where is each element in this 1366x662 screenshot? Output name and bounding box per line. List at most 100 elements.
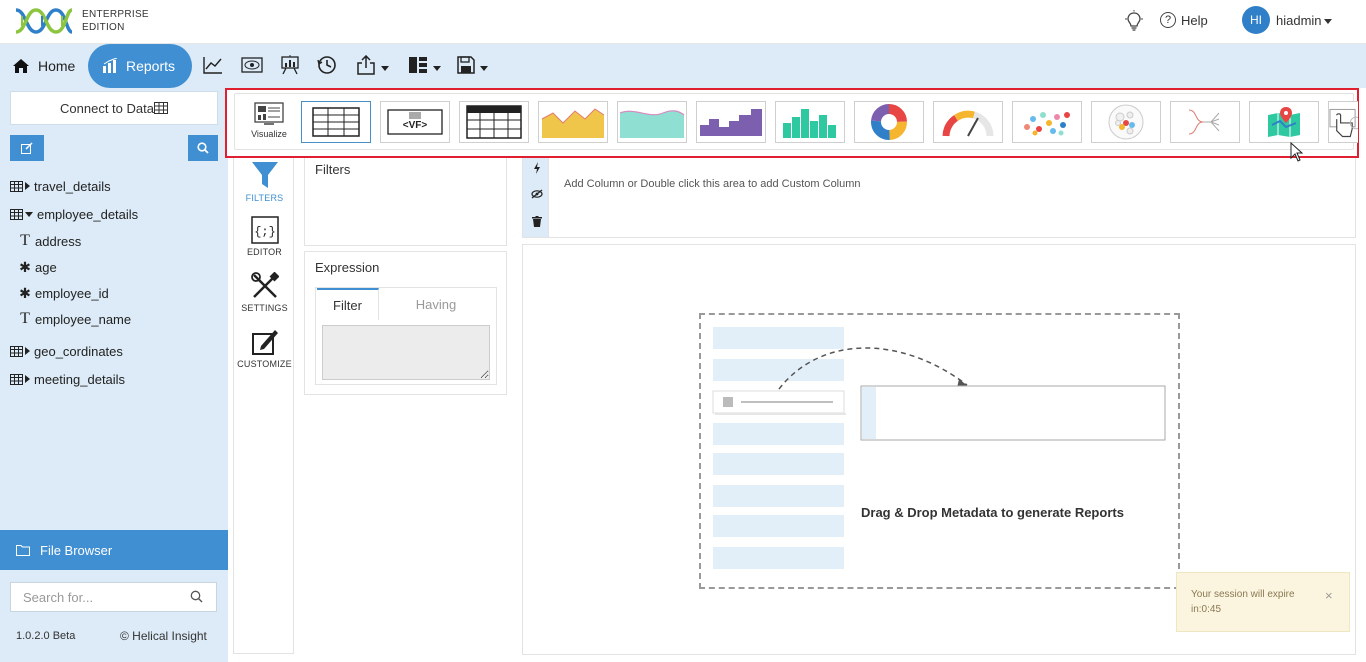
edit-metadata-button[interactable] bbox=[10, 135, 44, 161]
chart-type-area[interactable] bbox=[538, 101, 608, 143]
chart-type-vf[interactable]: <VF> bbox=[380, 101, 450, 143]
chart-type-table[interactable] bbox=[301, 101, 371, 143]
file-search-input[interactable] bbox=[10, 582, 217, 612]
visualize-button[interactable]: Visualize bbox=[243, 102, 295, 146]
layout-menu-button[interactable] bbox=[408, 54, 441, 76]
search-icon bbox=[197, 142, 209, 154]
edit-icon bbox=[21, 142, 33, 154]
save-menu-button[interactable] bbox=[457, 54, 488, 76]
tree-item-employee-details[interactable]: employee_details bbox=[10, 205, 138, 223]
mouse-cursor-icon bbox=[1290, 142, 1304, 162]
column-label: employee_id bbox=[35, 285, 109, 301]
hand-pointer-icon bbox=[1329, 108, 1358, 138]
presentation-icon bbox=[281, 55, 299, 75]
chart-type-tree[interactable] bbox=[1170, 101, 1240, 143]
username-label: hiadmin bbox=[1276, 13, 1322, 28]
chart-type-stacked-area[interactable] bbox=[617, 101, 687, 143]
gauge-icon bbox=[942, 110, 994, 137]
tab-filter[interactable]: Filter bbox=[317, 288, 379, 320]
tree-item-meeting-details[interactable]: meeting_details bbox=[10, 370, 125, 388]
chart-type-grid[interactable] bbox=[459, 101, 529, 143]
chart-type-map[interactable] bbox=[1249, 101, 1319, 143]
tree-item-geo-cordinates[interactable]: geo_cordinates bbox=[10, 342, 123, 360]
chart-type-histogram[interactable] bbox=[775, 101, 845, 143]
help-link[interactable]: ? Help bbox=[1160, 12, 1208, 28]
lightbulb-icon[interactable] bbox=[1124, 10, 1144, 32]
wrench-screwdriver-icon bbox=[250, 272, 279, 298]
lightning-icon[interactable] bbox=[533, 162, 541, 174]
line-chart-icon bbox=[203, 57, 222, 74]
tree-item-label: travel_details bbox=[34, 178, 111, 194]
reports-icon bbox=[103, 58, 118, 73]
home-tab[interactable]: Home bbox=[0, 44, 96, 88]
chart-type-custom[interactable] bbox=[1328, 101, 1358, 143]
chart-type-bubble[interactable] bbox=[1091, 101, 1161, 143]
editor-tool-label: EDITOR bbox=[246, 247, 283, 257]
table-icon bbox=[10, 208, 23, 220]
session-expiry-message: Your session will expire in:0:45 bbox=[1191, 589, 1295, 615]
chart-type-gauge[interactable] bbox=[933, 101, 1003, 143]
eye-icon bbox=[241, 57, 263, 73]
columns-drop-area[interactable]: Add Column or Double click this area to … bbox=[549, 158, 1356, 238]
visualize-toolbar: Visualize <VF> bbox=[234, 93, 1358, 150]
editor-tool[interactable]: {;} EDITOR bbox=[234, 216, 295, 257]
eye-slash-icon[interactable] bbox=[531, 189, 543, 199]
version-label: 1.0.2.0 Beta bbox=[16, 630, 76, 642]
tree-item-travel-details[interactable]: travel_details bbox=[10, 177, 111, 195]
share-menu-button[interactable] bbox=[356, 54, 389, 76]
chart-type-pie[interactable] bbox=[854, 101, 924, 143]
text-type-icon: T bbox=[20, 310, 30, 327]
chart-type-scatter[interactable] bbox=[1012, 101, 1082, 143]
visualize-toolbar-highlight: Visualize <VF> bbox=[225, 88, 1359, 158]
grid-table-icon bbox=[466, 105, 522, 139]
connect-to-data-button[interactable]: Connect to Data bbox=[10, 91, 218, 125]
stacked-area-icon bbox=[619, 110, 685, 138]
column-label: employee_name bbox=[35, 311, 132, 327]
chart-type-bar[interactable] bbox=[696, 101, 766, 143]
home-label: Home bbox=[38, 58, 76, 74]
column-age[interactable]: ✱ age bbox=[18, 258, 57, 276]
scatter-icon bbox=[1024, 112, 1070, 136]
column-employee-name[interactable]: T employee_name bbox=[18, 310, 131, 328]
settings-tool[interactable]: SETTINGS bbox=[234, 272, 295, 313]
settings-tool-label: SETTINGS bbox=[241, 303, 288, 313]
user-menu[interactable]: hiadmin bbox=[1276, 13, 1332, 28]
logo[interactable]: ENTERPRISE EDITION bbox=[14, 6, 149, 36]
close-icon[interactable]: × bbox=[1325, 588, 1333, 603]
text-type-icon: T bbox=[20, 232, 30, 249]
filters-tool[interactable]: FILTERS bbox=[234, 160, 295, 203]
top-bar: ENTERPRISE EDITION ? Help HI hiadmin bbox=[0, 0, 1366, 44]
search-metadata-button[interactable] bbox=[188, 135, 218, 161]
expression-textarea[interactable] bbox=[322, 325, 490, 380]
avatar[interactable]: HI bbox=[1242, 6, 1270, 34]
file-browser-button[interactable]: File Browser bbox=[0, 530, 228, 570]
table-icon bbox=[153, 102, 168, 114]
metadata-sidebar: Connect to Data travel_details employee_… bbox=[0, 88, 228, 662]
vf-icon: <VF> bbox=[387, 109, 443, 135]
column-employee-id[interactable]: ✱ employee_id bbox=[18, 284, 109, 302]
search-icon[interactable] bbox=[190, 590, 203, 603]
reports-tab[interactable]: Reports bbox=[88, 44, 192, 88]
line-chart-button[interactable] bbox=[203, 54, 223, 76]
trash-icon[interactable] bbox=[532, 216, 542, 227]
tab-having[interactable]: Having bbox=[404, 288, 468, 320]
expression-title: Expression bbox=[315, 260, 380, 275]
drag-drop-zone[interactable]: Drag & Drop Metadata to generate Reports bbox=[699, 313, 1180, 589]
presentation-button[interactable] bbox=[280, 54, 300, 76]
customize-tool[interactable]: CUSTOMIZE bbox=[234, 328, 295, 369]
chevron-down-icon bbox=[25, 211, 33, 217]
history-button[interactable] bbox=[317, 54, 337, 76]
visualize-icon bbox=[254, 102, 284, 125]
chevron-right-icon bbox=[25, 375, 30, 383]
drag-drop-illustration bbox=[712, 327, 1166, 569]
drag-drop-message: Drag & Drop Metadata to generate Reports bbox=[861, 505, 1124, 520]
chevron-right-icon bbox=[25, 347, 30, 355]
edition-line-2: EDITION bbox=[82, 22, 125, 33]
column-address[interactable]: T address bbox=[18, 232, 81, 250]
table-icon bbox=[10, 180, 23, 192]
table-chart-icon bbox=[312, 107, 360, 137]
preview-button[interactable] bbox=[241, 54, 263, 76]
filters-panel[interactable]: Filters bbox=[304, 158, 507, 246]
number-type-icon: ✱ bbox=[19, 284, 31, 301]
column-label: age bbox=[35, 259, 57, 275]
